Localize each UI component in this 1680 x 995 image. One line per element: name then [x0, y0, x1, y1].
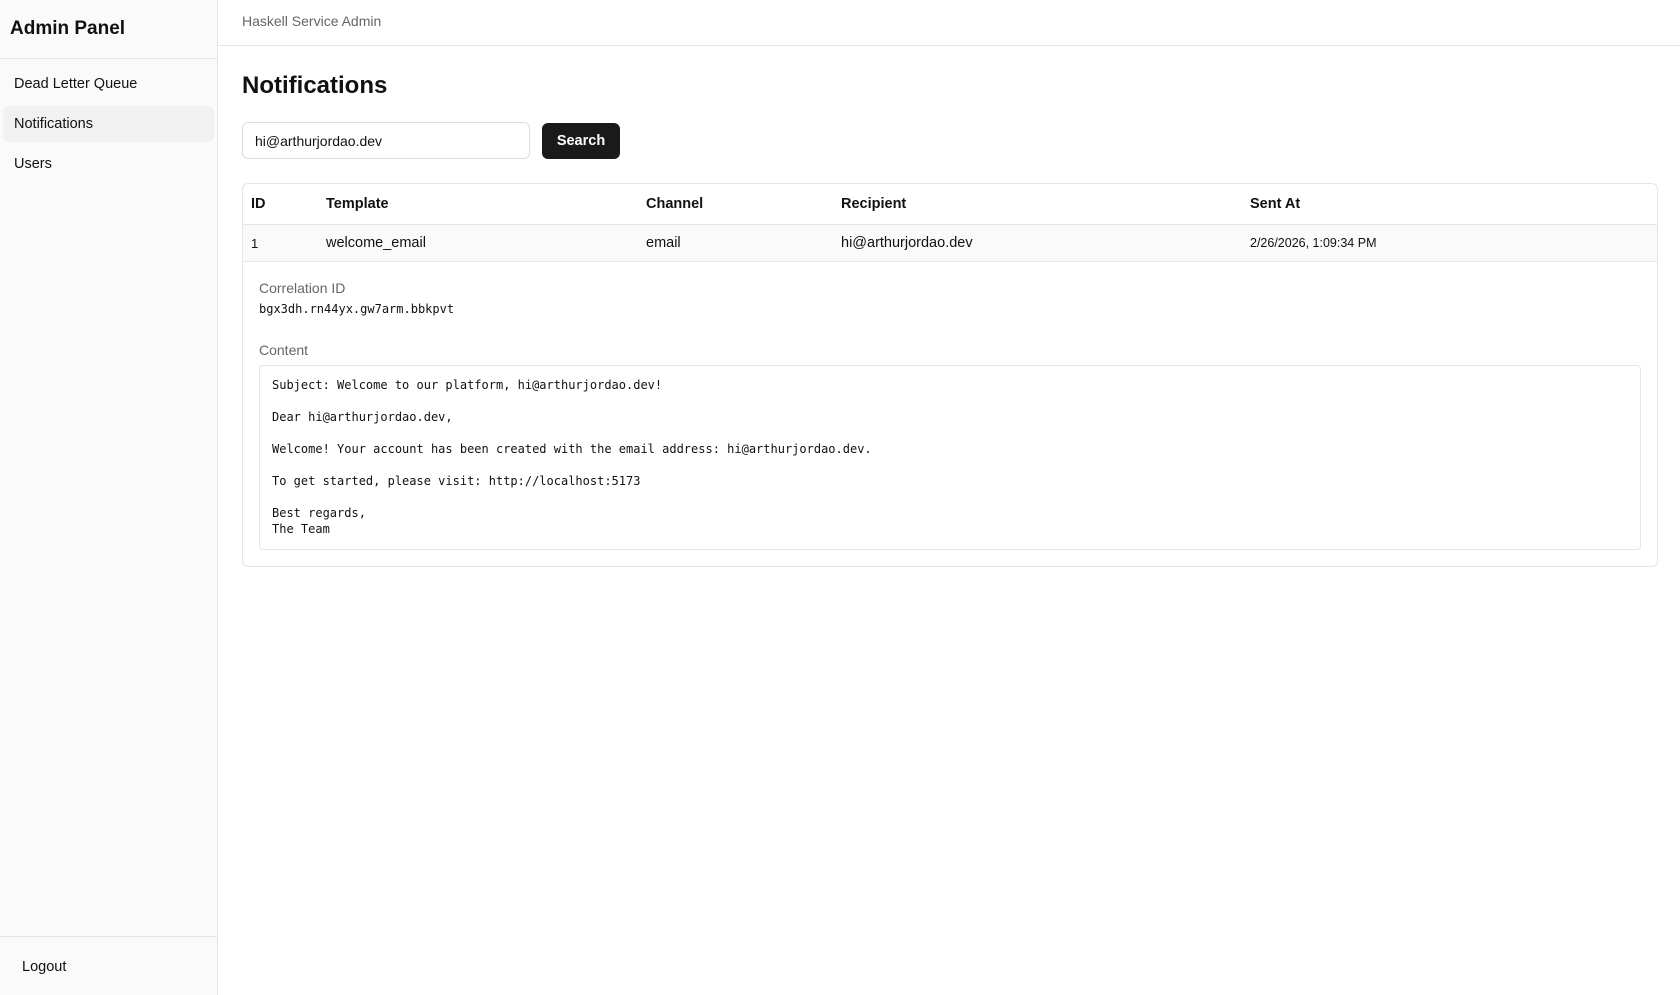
- sidebar-footer: Logout: [0, 936, 217, 995]
- sidebar-item-users[interactable]: Users: [3, 146, 214, 182]
- correlation-id-value: bgx3dh.rn44yx.gw7arm.bbkpvt: [259, 302, 455, 316]
- logout-button[interactable]: Logout: [12, 949, 76, 985]
- cell-recipient: hi@arthurjordao.dev: [841, 235, 973, 251]
- column-header-recipient: Recipient: [841, 196, 907, 212]
- sidebar-item-dead-letter-queue[interactable]: Dead Letter Queue: [3, 66, 214, 102]
- notifications-table: ID Template Channel Recipient Sent At 1 …: [242, 183, 1658, 567]
- sidebar-item-notifications[interactable]: Notifications: [3, 106, 214, 142]
- content-label: Content: [259, 342, 309, 358]
- table-header: ID Template Channel Recipient Sent At: [243, 184, 1657, 225]
- topbar-title: Haskell Service Admin: [218, 0, 1680, 46]
- cell-id: 1: [251, 235, 259, 251]
- column-header-sent-at: Sent At: [1250, 196, 1301, 212]
- correlation-id-label: Correlation ID: [259, 280, 346, 296]
- cell-template: welcome_email: [326, 235, 426, 251]
- main-content: Notifications Search ID Template Channel…: [242, 46, 1658, 567]
- page-title: Notifications: [242, 72, 388, 99]
- search-input[interactable]: [242, 122, 530, 159]
- column-header-template: Template: [326, 196, 389, 212]
- column-header-channel: Channel: [646, 196, 704, 212]
- row-details: Correlation ID bgx3dh.rn44yx.gw7arm.bbkp…: [243, 262, 1657, 566]
- cell-channel: email: [646, 235, 681, 251]
- table-row[interactable]: 1 welcome_email email hi@arthurjordao.de…: [243, 225, 1657, 262]
- content-body: Subject: Welcome to our platform, hi@art…: [259, 365, 1641, 550]
- sidebar-title: Admin Panel: [0, 0, 217, 59]
- sidebar: Admin Panel Dead Letter Queue Notificati…: [0, 0, 218, 995]
- cell-sent-at: 2/26/2026, 1:09:34 PM: [1250, 236, 1377, 250]
- sidebar-nav: Dead Letter Queue Notifications Users: [0, 59, 217, 182]
- search-row: Search: [242, 122, 1658, 159]
- column-header-id: ID: [251, 196, 266, 212]
- search-button[interactable]: Search: [542, 122, 620, 159]
